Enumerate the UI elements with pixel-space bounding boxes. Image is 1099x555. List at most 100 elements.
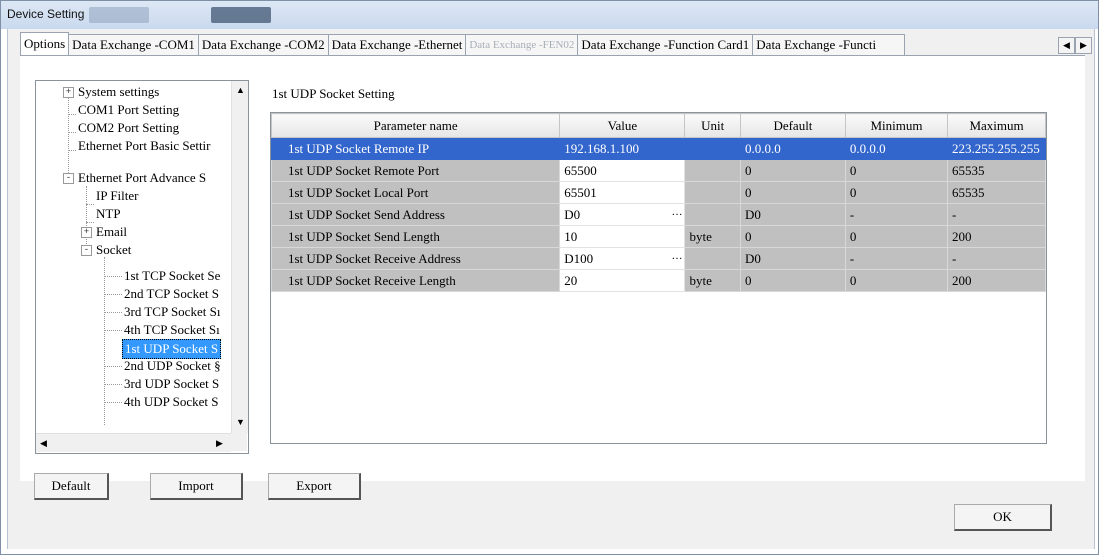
scroll-up-icon[interactable]: ▲ <box>236 85 245 95</box>
tree-vertical-scrollbar[interactable]: ▲ ▼ <box>231 81 248 433</box>
col-header-minimum: Minimum <box>844 113 949 138</box>
tree-item-ntp[interactable]: NTP <box>96 205 121 223</box>
chevron-right-icon[interactable]: ▶ <box>1075 37 1092 54</box>
param-name-cell: 1st UDP Socket Remote IP <box>270 137 561 160</box>
tree-item-com2-port-setting[interactable]: COM2 Port Setting <box>78 119 179 137</box>
default-cell: D0 <box>739 247 846 270</box>
tab-data-exchange-function-card2[interactable]: Data Exchange -Functi <box>752 34 906 55</box>
tree-item-3rd-udp-socket[interactable]: 3rd UDP Socket S <box>124 375 219 393</box>
scroll-right-icon[interactable]: ▶ <box>216 438 223 449</box>
tab-data-exchange-ethernet[interactable]: Data Exchange -Ethernet <box>327 34 467 55</box>
value-cell[interactable]: 10 <box>559 225 686 248</box>
tab-data-exchange-com1[interactable]: Data Exchange -COM1 <box>68 34 199 55</box>
maximum-cell: - <box>947 247 1046 270</box>
tab-data-exchange-com2[interactable]: Data Exchange -COM2 <box>197 34 329 55</box>
param-name-cell: 1st UDP Socket Receive Address <box>270 247 561 270</box>
value-cell[interactable]: 192.168.1.100 <box>559 137 686 160</box>
import-button[interactable]: Import <box>150 473 243 500</box>
parameter-grid: Parameter name Value Unit Default Minimu… <box>270 112 1047 444</box>
ellipsis-icon[interactable]: … <box>671 206 682 218</box>
minimum-cell: 0.0.0.0 <box>844 137 949 160</box>
tree-item-1st-udp-socket[interactable]: 1st UDP Socket S <box>122 339 222 359</box>
tree-content: + System settings COM1 Port Setting COM2… <box>36 81 231 433</box>
value-cell[interactable]: 65500 <box>559 159 686 182</box>
table-row[interactable]: 1st UDP Socket Local Port 65501 0 0 65535 <box>270 181 1046 204</box>
value-cell[interactable]: D0… <box>559 203 686 226</box>
unit-cell <box>684 137 741 160</box>
table-row[interactable]: 1st UDP Socket Receive Length 20 byte 0 0 200 <box>270 269 1046 292</box>
col-header-maximum: Maximum <box>947 113 1046 138</box>
tree-horizontal-scrollbar[interactable]: ◀ ▶ <box>36 433 231 452</box>
default-cell: 0 <box>739 225 846 248</box>
scroll-down-icon[interactable]: ▼ <box>236 417 245 427</box>
unit-cell <box>684 159 741 182</box>
maximum-cell: - <box>947 203 1046 226</box>
param-name-cell: 1st UDP Socket Send Length <box>270 225 561 248</box>
default-cell: 0 <box>739 181 846 204</box>
minimum-cell: 0 <box>844 181 949 204</box>
unit-cell <box>684 181 741 204</box>
table-row[interactable]: 1st UDP Socket Remote Port 65500 0 0 65535 <box>270 159 1046 182</box>
maximum-cell: 65535 <box>947 181 1046 204</box>
tree-item-2nd-udp-socket[interactable]: 2nd UDP Socket § <box>124 357 221 375</box>
ok-button[interactable]: OK <box>954 504 1052 531</box>
value-cell[interactable]: D100… <box>559 247 686 270</box>
ellipsis-icon[interactable]: … <box>671 250 682 262</box>
param-name-cell: 1st UDP Socket Receive Length <box>270 269 561 292</box>
tree-item-2nd-tcp-socket[interactable]: 2nd TCP Socket S <box>124 285 219 303</box>
tree-item-ip-filter[interactable]: IP Filter <box>96 187 139 205</box>
default-cell: 0 <box>739 159 846 182</box>
maximum-cell: 223.255.255.255 <box>947 137 1046 160</box>
expand-icon[interactable]: + <box>63 87 74 98</box>
minimum-cell: - <box>844 203 949 226</box>
chevron-left-icon[interactable]: ◀ <box>1058 37 1075 54</box>
col-header-value: Value <box>559 113 686 138</box>
expand-icon[interactable]: + <box>81 227 92 238</box>
maximum-cell: 65535 <box>947 159 1046 182</box>
table-row[interactable]: 1st UDP Socket Receive Address D100… D0- - <box>270 247 1046 270</box>
redacted-area <box>211 7 271 23</box>
title-bar: Device Setting <box>1 1 1098 29</box>
tab-data-exchange-function-card1[interactable]: Data Exchange -Function Card1 <box>577 34 754 55</box>
default-cell: 0 <box>739 269 846 292</box>
window-title: Device Setting <box>7 7 85 21</box>
tree-item-ethernet-port-advance[interactable]: Ethernet Port Advance S <box>78 169 206 187</box>
tree-item-4th-udp-socket[interactable]: 4th UDP Socket S <box>124 393 219 411</box>
unit-cell <box>684 247 741 270</box>
tab-data-exchange-fen02: Data Exchange -FEN02 <box>465 34 579 55</box>
col-header-default: Default <box>739 113 846 138</box>
tree-item-ethernet-port-basic[interactable]: Ethernet Port Basic Settir <box>78 137 211 155</box>
col-header-parameter-name: Parameter name <box>270 113 561 138</box>
tree-item-3rd-tcp-socket[interactable]: 3rd TCP Socket Sı <box>124 303 220 321</box>
maximum-cell: 200 <box>947 225 1046 248</box>
default-button[interactable]: Default <box>34 473 109 500</box>
table-row[interactable]: 1st UDP Socket Remote IP 192.168.1.100 0.0… <box>270 137 1046 160</box>
tree-item-4th-tcp-socket[interactable]: 4th TCP Socket Sı <box>124 321 220 339</box>
tree-item-1st-tcp-socket[interactable]: 1st TCP Socket Se <box>124 267 220 285</box>
tree-item-com1-port-setting[interactable]: COM1 Port Setting <box>78 101 179 119</box>
unit-cell <box>684 203 741 226</box>
param-name-cell: 1st UDP Socket Local Port <box>270 181 561 204</box>
collapse-icon[interactable]: - <box>63 173 74 184</box>
minimum-cell: 0 <box>844 225 949 248</box>
param-name-cell: 1st UDP Socket Send Address <box>270 203 561 226</box>
default-cell: D0 <box>739 203 846 226</box>
tree-item-system-settings[interactable]: System settings <box>78 83 159 101</box>
table-row[interactable]: 1st UDP Socket Send Address D0… D0- - <box>270 203 1046 226</box>
unit-cell: byte <box>684 225 741 248</box>
col-header-unit: Unit <box>684 113 741 138</box>
scroll-left-icon[interactable]: ◀ <box>40 438 47 449</box>
tab-options[interactable]: Options <box>20 32 70 55</box>
param-name-cell: 1st UDP Socket Remote Port <box>270 159 561 182</box>
value-cell[interactable]: 65501 <box>559 181 686 204</box>
export-button[interactable]: Export <box>268 473 361 500</box>
tree-item-socket[interactable]: Socket <box>96 241 131 259</box>
table-row[interactable]: 1st UDP Socket Send Length 10 byte 0 0 200 <box>270 225 1046 248</box>
default-cell: 0.0.0.0 <box>739 137 846 160</box>
value-cell[interactable]: 20 <box>559 269 686 292</box>
section-title: 1st UDP Socket Setting <box>272 86 395 101</box>
minimum-cell: 0 <box>844 269 949 292</box>
tree-item-email[interactable]: Email <box>96 223 127 241</box>
collapse-icon[interactable]: - <box>81 245 92 256</box>
minimum-cell: 0 <box>844 159 949 182</box>
